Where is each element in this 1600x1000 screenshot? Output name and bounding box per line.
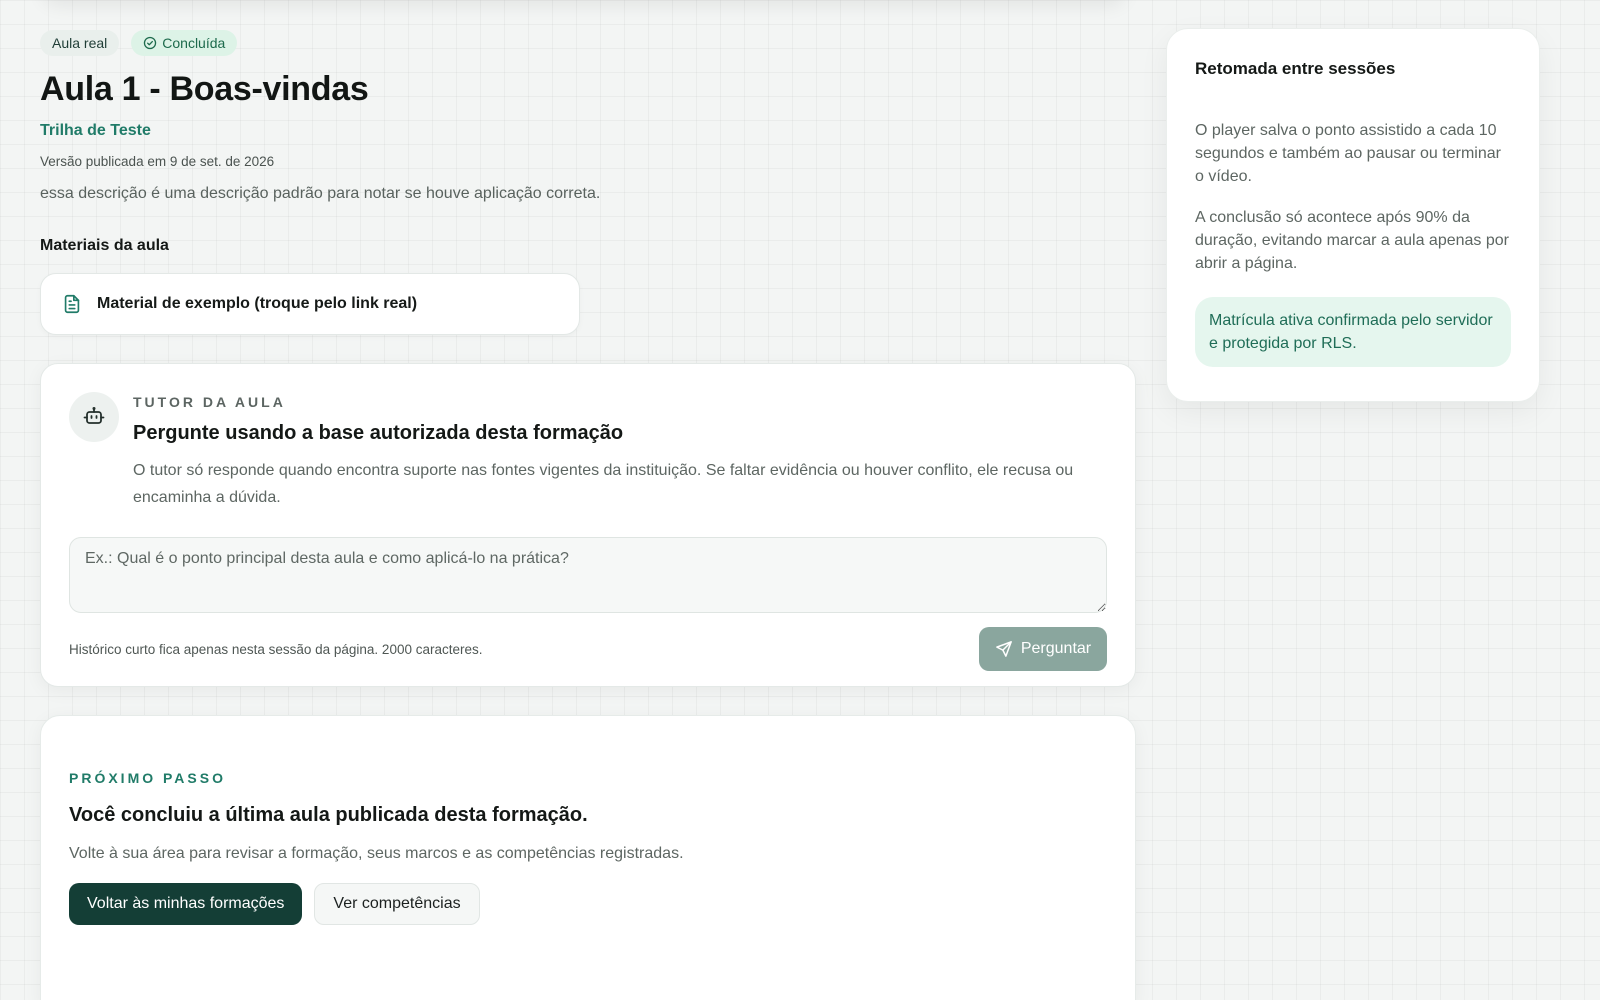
lesson-type-badge: Aula real [40,30,120,56]
page-title: Aula 1 - Boas-vindas [40,70,369,108]
materials-heading: Materiais da aula [40,237,169,254]
version-info: Versão publicada em 9 de set. de 2026 [40,154,275,169]
next-step-panel: PRÓXIMO PASSO Você concluiu a última aul… [40,715,1136,1000]
tutor-description: O tutor só responde quando encontra supo… [133,462,1074,506]
send-icon [995,641,1012,657]
ask-button[interactable]: Perguntar [979,627,1107,671]
robot-icon [83,407,105,424]
lesson-type-badge-label: Aula real [52,35,108,51]
next-step-title: Você concluiu a última aula publicada de… [69,804,588,826]
tutor-intro: TUTOR DA AULA Pergunte usando a base aut… [133,394,1107,511]
back-to-trainings-button[interactable]: Voltar às minhas formações [69,883,303,925]
check-circle-icon [144,36,157,50]
resume-title: Retomada entre sessões [1195,59,1396,78]
history-hint: Histórico curto fica apenas nesta sessão… [69,641,483,657]
tutor-footer: Histórico curto fica apenas nesta sessão… [69,627,1107,671]
status-badge-label: Concluída [162,35,226,51]
view-competencies-button[interactable]: Ver competências [314,883,480,925]
lesson-main: Aula real Concluída Aula 1 - Boas-vindas… [40,30,1136,1000]
resume-completion-info: A conclusão só acontece após 90% da dura… [1195,209,1509,272]
resume-save-info: O player salva o ponto assistido a cada … [1195,122,1501,185]
ask-button-label: Perguntar [1020,640,1092,657]
material-item-label: Material de exemplo (troque pelo link re… [97,295,418,312]
tutor-eyebrow: TUTOR DA AULA [133,394,286,410]
tutor-panel: TUTOR DA AULA Pergunte usando a base aut… [40,363,1136,687]
next-step-description: Volte à sua área para revisar a formação… [69,845,684,862]
lesson-badges: Aula real Concluída [40,30,1136,56]
tutor-avatar [69,392,119,442]
resume-info-card: Retomada entre sessões O player salva o … [1166,28,1540,402]
file-text-icon [64,294,80,314]
lesson-description: essa descrição é uma descrição padrão pa… [40,185,601,202]
question-input[interactable] [69,537,1107,613]
tutor-title: Pergunte usando a base autorizada desta … [133,422,624,444]
status-badge: Concluída [131,30,238,56]
next-step-eyebrow: PRÓXIMO PASSO [69,770,226,786]
material-item[interactable]: Material de exemplo (troque pelo link re… [40,273,580,335]
next-step-actions: Voltar às minhas formações Ver competênc… [69,883,1107,925]
track-link[interactable]: Trilha de Teste [40,122,151,140]
enrollment-note: Matrícula ativa confirmada pelo servidor… [1195,297,1511,367]
